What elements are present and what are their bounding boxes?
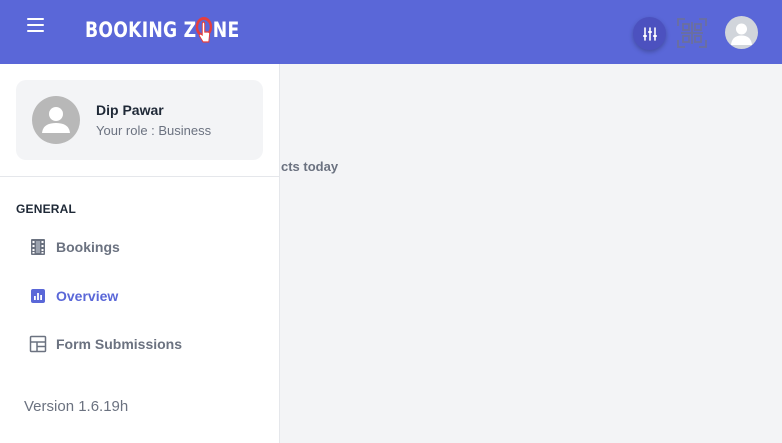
sidebar: Dip Pawar Your role : Business GENERAL B… — [0, 64, 280, 443]
user-avatar-icon[interactable] — [725, 16, 758, 49]
sidebar-item-label: Form Submissions — [56, 336, 183, 352]
bar-chart-icon — [28, 286, 48, 306]
hamburger-menu-icon[interactable] — [26, 15, 46, 35]
profile-name: Dip Pawar — [96, 102, 164, 118]
logo-text-part2: NE — [212, 17, 240, 42]
layout-icon — [28, 334, 48, 354]
qr-scan-icon[interactable] — [676, 17, 708, 49]
logo-hand-icon — [195, 16, 212, 43]
top-bar: BOOKING Z NE — [0, 0, 782, 64]
logo-text-part1: BOOKING Z — [85, 17, 197, 42]
section-label-general: GENERAL — [16, 202, 77, 216]
sidebar-divider — [0, 176, 279, 177]
sidebar-item-label: Bookings — [56, 239, 120, 255]
main-partial-text: cts today — [281, 159, 339, 174]
app-version: Version 1.6.19h — [24, 398, 129, 415]
profile-avatar-icon — [32, 96, 80, 144]
sidebar-item-overview[interactable]: Overview — [28, 284, 118, 308]
profile-role: Your role : Business — [96, 123, 212, 138]
film-icon — [28, 237, 48, 257]
sidebar-item-bookings[interactable]: Bookings — [28, 235, 120, 259]
sidebar-item-form-submissions[interactable]: Form Submissions — [28, 332, 182, 356]
profile-card[interactable]: Dip Pawar Your role : Business — [16, 80, 263, 160]
filter-button[interactable] — [633, 17, 666, 50]
booking-zone-logo[interactable]: BOOKING Z NE — [85, 10, 273, 50]
sliders-icon — [642, 26, 657, 41]
sidebar-item-label: Overview — [56, 288, 119, 304]
